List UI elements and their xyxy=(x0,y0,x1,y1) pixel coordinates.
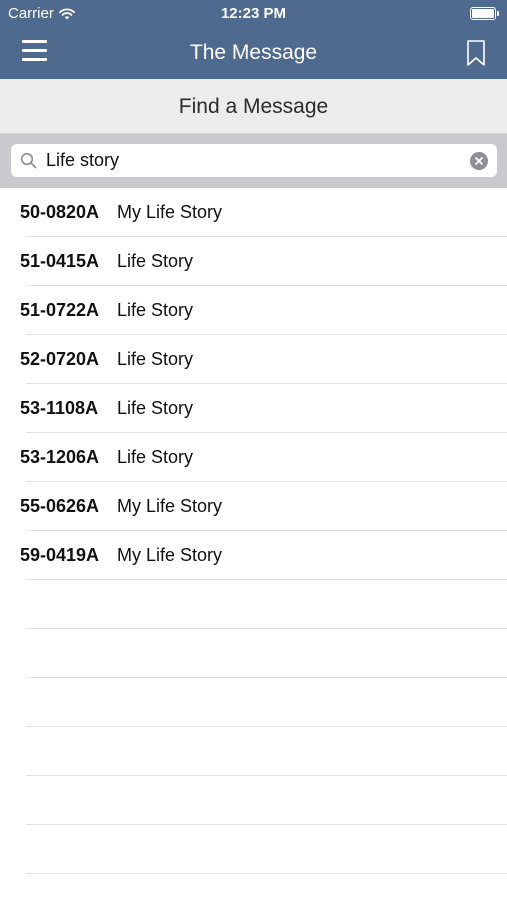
search-input[interactable] xyxy=(46,144,466,177)
list-item[interactable]: 55-0626A My Life Story xyxy=(0,482,507,531)
empty-row xyxy=(0,580,507,629)
message-code: 52-0720A xyxy=(20,349,100,369)
message-code: 55-0626A xyxy=(20,496,100,516)
clear-search-button[interactable] xyxy=(470,152,488,170)
list-item[interactable]: 59-0419A My Life Story xyxy=(0,531,507,580)
empty-row xyxy=(0,776,507,825)
top-bar: Carrier 12:23 PM The Message xyxy=(0,0,507,79)
empty-row xyxy=(0,825,507,874)
section-title: Find a Message xyxy=(178,95,329,118)
list-item[interactable]: 53-1206A Life Story xyxy=(0,433,507,482)
empty-row xyxy=(0,874,507,900)
list-item[interactable]: 52-0720A Life Story xyxy=(0,335,507,384)
search-bar xyxy=(0,134,507,188)
message-title: Life Story xyxy=(117,447,194,467)
bookmark-icon xyxy=(467,40,485,66)
search-field-container[interactable] xyxy=(11,144,497,177)
navigation-bar: The Message xyxy=(0,28,507,79)
message-code: 51-0722A xyxy=(20,300,100,320)
menu-button[interactable] xyxy=(22,40,48,62)
list-item[interactable]: 51-0722A Life Story xyxy=(0,286,507,335)
message-title: My Life Story xyxy=(117,545,223,565)
message-title: Life Story xyxy=(117,398,194,418)
search-icon xyxy=(20,152,37,169)
message-code: 53-1108A xyxy=(20,398,99,418)
message-title: Life Story xyxy=(117,251,194,271)
message-title: My Life Story xyxy=(117,202,223,222)
list-item[interactable]: 53-1108A Life Story xyxy=(0,384,507,433)
message-code: 53-1206A xyxy=(20,447,100,467)
list-item[interactable]: 50-0820A My Life Story xyxy=(0,188,507,237)
empty-row xyxy=(0,678,507,727)
message-code: 51-0415A xyxy=(20,251,100,271)
status-time: 12:23 PM xyxy=(220,5,287,22)
battery-icon xyxy=(470,7,499,20)
bookmark-button[interactable] xyxy=(465,39,487,67)
message-title: My Life Story xyxy=(117,496,223,516)
section-header: Find a Message xyxy=(0,79,507,134)
empty-row xyxy=(0,727,507,776)
app-screen: Carrier 12:23 PM The Message Find a Mess… xyxy=(0,0,507,900)
message-code: 59-0419A xyxy=(20,545,100,565)
nav-title: The Message xyxy=(189,41,318,64)
status-bar: Carrier 12:23 PM xyxy=(0,0,507,28)
empty-row xyxy=(0,629,507,678)
message-title: Life Story xyxy=(117,349,194,369)
results-list: 50-0820A My Life Story 51-0415A Life Sto… xyxy=(0,188,507,900)
message-code: 50-0820A xyxy=(20,202,100,222)
clear-icon xyxy=(475,157,483,165)
message-title: Life Story xyxy=(117,300,194,320)
list-item[interactable]: 51-0415A Life Story xyxy=(0,237,507,286)
